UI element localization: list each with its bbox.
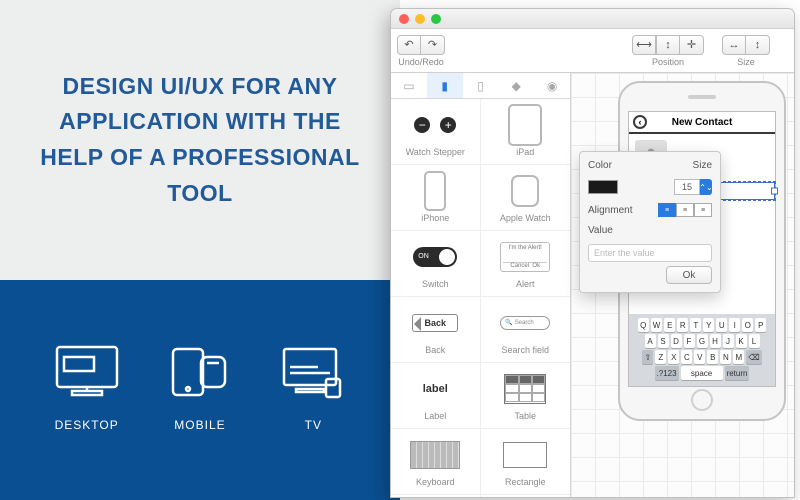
tab-tablet[interactable]: ▯ bbox=[463, 73, 499, 98]
size-label: Size bbox=[737, 57, 755, 67]
mock-title: New Contact bbox=[672, 117, 733, 128]
alignment-segment: ≡ ≡ ≡ bbox=[658, 203, 712, 217]
value-input[interactable]: Enter the value bbox=[588, 244, 712, 262]
promo-item-desktop: DESKTOP bbox=[48, 338, 126, 432]
palette-item-label: Back bbox=[425, 345, 445, 355]
tab-watch[interactable]: ◉ bbox=[534, 73, 570, 98]
palette-item-table[interactable]: Table bbox=[481, 363, 571, 429]
design-canvas[interactable]: ‹ New Contact John Doe Text field QWERTY… bbox=[571, 73, 794, 497]
pos-x-button[interactable]: ⟷ bbox=[632, 35, 656, 55]
undo-redo-group: ↶ ↷ Undo/Redo bbox=[397, 35, 445, 67]
palette-item-label[interactable]: labelLabel bbox=[391, 363, 481, 429]
window-controls bbox=[399, 14, 441, 24]
undo-redo-label: Undo/Redo bbox=[398, 57, 444, 67]
palette-item-label: Label bbox=[424, 411, 446, 421]
phone-speaker-icon bbox=[688, 95, 716, 99]
prop-value-label: Value bbox=[588, 225, 613, 236]
palette-item-label: Watch Stepper bbox=[406, 147, 465, 157]
promo-panel: DESIGN UI/UX FOR ANY APPLICATION WITH TH… bbox=[0, 0, 400, 500]
promo-top: DESIGN UI/UX FOR ANY APPLICATION WITH TH… bbox=[0, 0, 400, 280]
palette-item-label: iPad bbox=[516, 147, 534, 157]
palette-item-iphone[interactable]: iPhone bbox=[391, 165, 481, 231]
palette-item-label: Search field bbox=[501, 345, 549, 355]
palette-item-watch-stepper[interactable]: −+Watch Stepper bbox=[391, 99, 481, 165]
align-left-button[interactable]: ≡ bbox=[658, 203, 676, 217]
mock-keyboard: QWERTYUIOP ASDFGHJKL ⇧ZXCVBNM⌫ .?123spac… bbox=[629, 314, 775, 386]
palette-item-keyboard[interactable]: Keyboard bbox=[391, 429, 481, 495]
tv-icon bbox=[274, 338, 352, 406]
properties-panel[interactable]: Color Size 15 ⌃⌄ Alignment ≡ ≡ ≡ bbox=[579, 151, 721, 293]
ok-button[interactable]: Ok bbox=[666, 266, 712, 284]
position-label: Position bbox=[652, 57, 684, 67]
component-palette: ▭ ▮ ▯ ◆ ◉ −+Watch Stepper iPad iPhone Ap… bbox=[391, 73, 571, 497]
mobile-icon bbox=[161, 338, 239, 406]
palette-item-apple-watch[interactable]: Apple Watch bbox=[481, 165, 571, 231]
palette-item-label: Rectangle bbox=[505, 477, 546, 487]
align-center-button[interactable]: ≡ bbox=[676, 203, 694, 217]
color-swatch[interactable] bbox=[588, 180, 618, 194]
size-value[interactable]: 15 bbox=[674, 179, 700, 195]
palette-grid: −+Watch Stepper iPad iPhone Apple Watch … bbox=[391, 99, 570, 497]
palette-item-label: Keyboard bbox=[416, 477, 455, 487]
size-group: ↔ ↕ Size bbox=[722, 35, 770, 67]
tab-android[interactable]: ◆ bbox=[498, 73, 534, 98]
palette-item-label: iPhone bbox=[421, 213, 449, 223]
close-icon[interactable] bbox=[399, 14, 409, 24]
platform-tabs: ▭ ▮ ▯ ◆ ◉ bbox=[391, 73, 570, 99]
app-window: ↶ ↷ Undo/Redo ⟷ ↕ ✛ Position ↔ ↕ Size bbox=[390, 8, 795, 498]
prop-color-label: Color bbox=[588, 160, 612, 171]
home-button-icon[interactable] bbox=[691, 389, 713, 411]
palette-item-search[interactable]: 🔍SearchSearch field bbox=[481, 297, 571, 363]
palette-item-alert[interactable]: I'm the Alert!Cancel OkAlert bbox=[481, 231, 571, 297]
palette-item-label: Switch bbox=[422, 279, 449, 289]
promo-item-label: TV bbox=[274, 418, 352, 432]
redo-button[interactable]: ↷ bbox=[421, 35, 445, 55]
back-icon[interactable]: ‹ bbox=[633, 115, 647, 129]
desktop-icon bbox=[48, 338, 126, 406]
align-right-button[interactable]: ≡ bbox=[694, 203, 712, 217]
promo-item-label: MOBILE bbox=[161, 418, 239, 432]
promo-item-label: DESKTOP bbox=[48, 418, 126, 432]
palette-item-back[interactable]: BackBack bbox=[391, 297, 481, 363]
prop-size-label: Size bbox=[693, 160, 712, 171]
tab-phone[interactable]: ▮ bbox=[427, 73, 463, 98]
undo-button[interactable]: ↶ bbox=[397, 35, 421, 55]
width-button[interactable]: ↔ bbox=[722, 35, 746, 55]
palette-item-multilabel[interactable]: label 1,label 2,label 3Multilabel bbox=[391, 495, 481, 497]
promo-item-mobile: MOBILE bbox=[161, 338, 239, 432]
palette-item-switch[interactable]: ONSwitch bbox=[391, 231, 481, 297]
pos-center-button[interactable]: ✛ bbox=[680, 35, 704, 55]
height-button[interactable]: ↕ bbox=[746, 35, 770, 55]
zoom-icon[interactable] bbox=[431, 14, 441, 24]
promo-bottom: DESKTOP MOBILE TV bbox=[0, 280, 400, 500]
size-stepper[interactable]: 15 ⌃⌄ bbox=[674, 179, 712, 195]
toolbar: ↶ ↷ Undo/Redo ⟷ ↕ ✛ Position ↔ ↕ Size bbox=[391, 29, 794, 73]
promo-heading: DESIGN UI/UX FOR ANY APPLICATION WITH TH… bbox=[40, 69, 360, 212]
promo-item-tv: TV bbox=[274, 338, 352, 432]
palette-item-label: Alert bbox=[516, 279, 535, 289]
prop-alignment-label: Alignment bbox=[588, 205, 632, 216]
mock-header: ‹ New Contact bbox=[629, 112, 775, 134]
position-group: ⟷ ↕ ✛ Position bbox=[632, 35, 704, 67]
stepper-arrows-icon[interactable]: ⌃⌄ bbox=[700, 179, 712, 195]
palette-item-ipad[interactable]: iPad bbox=[481, 99, 571, 165]
pos-y-button[interactable]: ↕ bbox=[656, 35, 680, 55]
palette-item-rectangle[interactable]: Rectangle bbox=[481, 429, 571, 495]
tab-desktop[interactable]: ▭ bbox=[391, 73, 427, 98]
palette-item-label: Apple Watch bbox=[500, 213, 551, 223]
palette-item-textfield[interactable]: Text...Text filed bbox=[481, 495, 571, 497]
minimize-icon[interactable] bbox=[415, 14, 425, 24]
titlebar[interactable] bbox=[391, 9, 794, 29]
palette-item-label: Table bbox=[514, 411, 536, 421]
